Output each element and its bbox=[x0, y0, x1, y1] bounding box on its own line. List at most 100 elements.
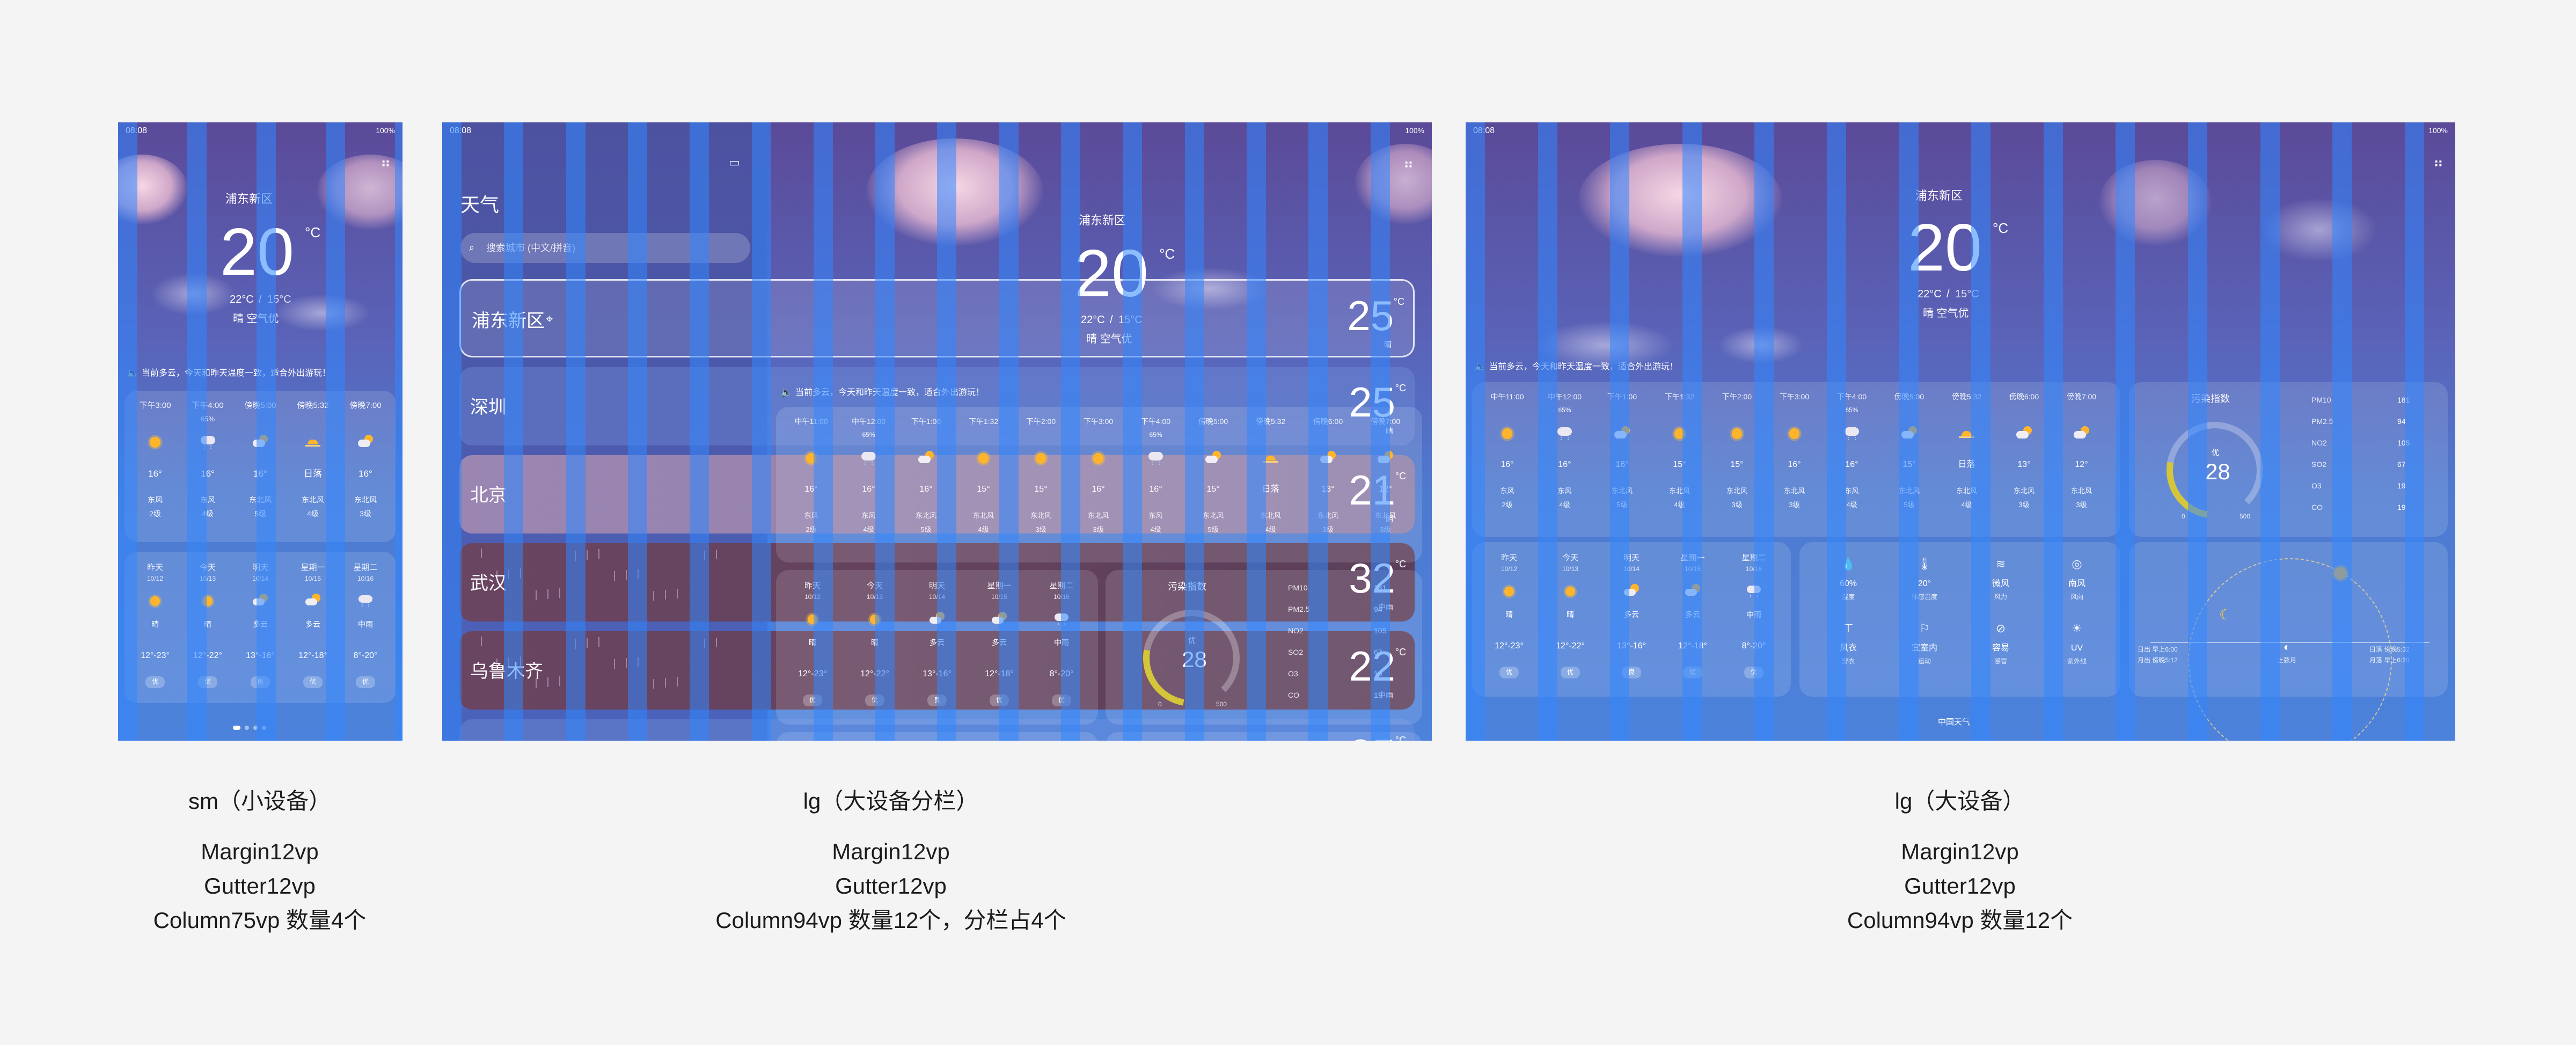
rain-streak bbox=[587, 550, 588, 560]
aqi-badge-label: 良 bbox=[1628, 668, 1635, 676]
wind-direction: 东北风 bbox=[1374, 511, 1396, 520]
hourly-item: 中午12:00 65% 16° 东风 4级 bbox=[1536, 382, 1593, 537]
sidebar-toggle-icon[interactable]: ▭ bbox=[729, 157, 740, 169]
day-condition: 多云 bbox=[305, 620, 320, 629]
hourly-item: 傍晚5:00 16° 东北风 5级 bbox=[234, 391, 287, 542]
day-name: 明天 bbox=[252, 563, 269, 572]
daily-item: 昨天 10/12 晴 12°-23° 优 bbox=[129, 552, 181, 703]
detail-item: ⊤ 风衣 穿衣 bbox=[1810, 623, 1886, 682]
pollutant-name: PM10 bbox=[2311, 396, 2331, 404]
pollutant-value: 181 bbox=[2397, 396, 2410, 404]
city-item[interactable]: 浦东新区 ⌖ 25 °C 晴 bbox=[459, 279, 1415, 357]
day-temp-range: 8°-20° bbox=[1049, 669, 1074, 678]
caption-column: Column75vp 数量4个 bbox=[153, 908, 367, 933]
status-battery: 100% bbox=[1405, 126, 1424, 135]
aqi-badge: 良 bbox=[1622, 667, 1641, 678]
hourly-item: 中午11:00 16° 东风 2级 bbox=[1479, 382, 1536, 537]
aqi-badge: 优 bbox=[303, 676, 323, 688]
wind-level: 4级 bbox=[1150, 525, 1161, 534]
sun-card[interactable] bbox=[1106, 732, 1422, 741]
hourly-card[interactable]: 中午11:00 16° 东风 2级 中午12:00 65% 16° 东风 4级 下午1:00 16°… bbox=[776, 407, 1422, 562]
hourly-item: 傍晚5:00 15° 东北风 5级 bbox=[1880, 382, 1938, 537]
day-date: 10/12 bbox=[147, 575, 164, 582]
thermometer-icon: 🌡 bbox=[1917, 557, 1932, 571]
wind-level: 3级 bbox=[1789, 501, 1800, 509]
aqi-badge: 良 bbox=[251, 676, 270, 688]
page-indicator-active[interactable] bbox=[233, 726, 240, 730]
hour-temp: 16° bbox=[1092, 485, 1105, 494]
wind-direction: 东北风 bbox=[302, 495, 324, 504]
hour-time: 傍晚5:32 bbox=[1255, 417, 1286, 426]
caption-column: Column94vp 数量12个 bbox=[1847, 908, 2073, 933]
rain-cloud-icon bbox=[356, 592, 375, 610]
partly-cloudy-icon bbox=[1376, 449, 1395, 468]
pollutant-value: 19 bbox=[1374, 669, 1382, 678]
status-battery: 100% bbox=[2428, 126, 2448, 135]
hourly-item: 傍晚6:00 13° 东北风 3级 bbox=[1995, 382, 2053, 537]
caption-gutter: Gutter12vp bbox=[1904, 873, 2016, 898]
more-icon[interactable]: ⠶ bbox=[1403, 157, 1414, 171]
aqi-value: 28 bbox=[2205, 459, 2230, 484]
aqi-card[interactable]: 污染指数优 28 0 500 PM10 181 PM2.5 94 NO2 105 SO2 67 O3 19… bbox=[1106, 570, 1422, 726]
more-icon[interactable]: ⠶ bbox=[2433, 156, 2443, 170]
aqi-badge: 优 bbox=[1744, 667, 1763, 678]
aqi-card[interactable]: 污染指数优 28 0 500 PM10 181 PM2.5 94 NO2 105 SO2 67 O3 19… bbox=[2129, 382, 2448, 538]
day-name: 昨天 bbox=[1501, 553, 1518, 562]
daily-item: 星期一 10/15 多云 12°-18° 优 bbox=[968, 570, 1030, 725]
sunset-icon bbox=[1957, 424, 1977, 443]
sun-icon bbox=[1785, 424, 1804, 443]
precip-chance: 65% bbox=[1149, 431, 1162, 439]
aqi-badge: 优 bbox=[865, 695, 884, 706]
cold-icon: ⊘ bbox=[1995, 622, 2006, 635]
notice-text: 当前多云，今天和昨天温度一致，适合外出游玩！ bbox=[795, 388, 985, 397]
rain-streak bbox=[481, 637, 482, 646]
cloud bbox=[1151, 267, 1269, 310]
range-separator: / bbox=[1946, 288, 1950, 300]
detail-value: 南风 bbox=[2068, 579, 2086, 588]
sun-icon bbox=[1728, 424, 1747, 443]
details-card[interactable]: 💧 60% 湿度 🌡 20° 体感温度 ≋ 微风 风力 ◎ 南风 风向 ⊤ 风衣 穿衣 ⚐ 宜室内 运动 ⊘ 容易 感冒… bbox=[1799, 542, 2120, 697]
hourly-item: 傍晚7:00 12° 东北风 3级 bbox=[1357, 407, 1414, 562]
page-indicator[interactable] bbox=[245, 726, 249, 730]
day-condition: 多云 bbox=[1685, 610, 1700, 619]
page-indicator[interactable] bbox=[253, 726, 258, 730]
hour-temp: 15° bbox=[1673, 460, 1686, 469]
wind-level: 2级 bbox=[806, 525, 817, 534]
wind-direction: 东北风 bbox=[1956, 487, 1978, 495]
running-icon: ⚐ bbox=[1919, 622, 1930, 635]
day-condition: 晴 bbox=[871, 638, 879, 647]
rain-streak bbox=[653, 679, 654, 689]
hour-time: 中午12:00 bbox=[1547, 392, 1582, 401]
daily-card[interactable]: 昨天 10/12 晴 12°-23° 优 今天 10/13 晴 12°-22° 优 明天 10/14 多… bbox=[1472, 542, 1791, 697]
daily-card[interactable]: 昨天 10/12 晴 12°-23° 优 今天 10/13 晴 12°-22° 优 明天 10/14 多… bbox=[776, 570, 1098, 725]
hour-temp: 15° bbox=[1730, 460, 1744, 469]
aqi-badge: 优 bbox=[145, 676, 165, 688]
speaker-icon: 🔈 bbox=[1474, 361, 1487, 372]
detail-label: 体感温度 bbox=[1911, 593, 1938, 601]
detail-item: 🌡 20° 体感温度 bbox=[1886, 558, 1963, 617]
sun-card[interactable]: ☾ ◐ 日出 早上6:00 月出 傍晚5:12 上弦月 日落 傍晚5:32 月落 早上6:2… bbox=[2129, 542, 2448, 741]
search-input[interactable]: ⌕ 搜索城市 (中文/拼音) bbox=[460, 233, 750, 263]
hourly-card[interactable]: 下午3:00 16° 东风 2级 下午4:00 65% 16° 东风 4级 傍晚5:00 16° 东北… bbox=[125, 391, 396, 542]
caption-margin: Margin12vp bbox=[832, 839, 950, 864]
day-temp-range: 8°-20° bbox=[353, 651, 378, 660]
pollutant-value: 105 bbox=[2397, 439, 2410, 447]
hour-temp: 12° bbox=[2075, 460, 2088, 469]
details-card[interactable] bbox=[776, 732, 1098, 741]
day-temp-range: 12°-18° bbox=[298, 651, 327, 660]
hourly-card[interactable]: 中午11:00 16° 东风 2级 中午12:00 65% 16° 东风 4级 下午1:00 16°… bbox=[1472, 382, 2120, 537]
hour-time: 中午11:00 bbox=[794, 417, 828, 426]
high-temp: 22°C bbox=[1918, 288, 1942, 300]
daily-item: 今天 10/13 晴 12°-22° 优 bbox=[181, 552, 234, 703]
wind-direction: 东北风 bbox=[1726, 487, 1748, 495]
hour-time: 下午3:00 bbox=[1779, 392, 1810, 401]
sunset-icon bbox=[1261, 449, 1280, 468]
hour-time: 中午12:00 bbox=[851, 417, 886, 426]
wind-level: 4级 bbox=[1846, 501, 1857, 509]
more-icon[interactable]: ⠶ bbox=[380, 156, 391, 170]
daily-card[interactable]: 昨天 10/12 晴 12°-23° 优 今天 10/13 晴 12°-22° 优 明天 10/14 多… bbox=[125, 552, 396, 703]
city-name: 乌鲁木齐 bbox=[470, 661, 543, 682]
pollutant-name: PM2.5 bbox=[1288, 605, 1310, 613]
page-indicator[interactable] bbox=[262, 726, 266, 730]
detail-item: ⊘ 容易 感冒 bbox=[1963, 623, 2039, 682]
